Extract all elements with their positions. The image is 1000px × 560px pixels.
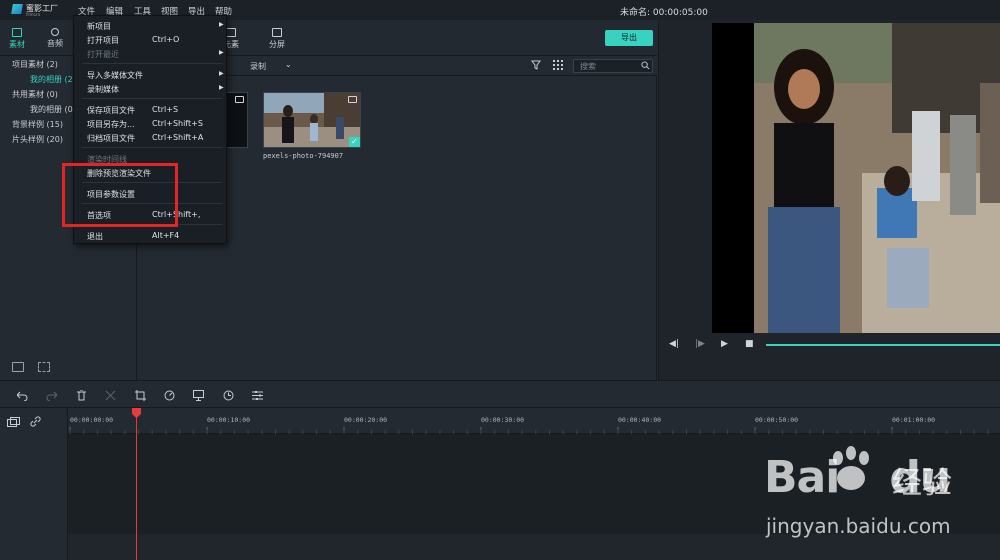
ruler-label: 00:00:10:00 <box>207 416 251 424</box>
adjust-icon[interactable] <box>252 390 263 401</box>
menu-item-archive-project[interactable]: 归档项目文件 Ctrl+Shift+A <box>74 131 228 144</box>
app-logo: 蜜影工厂 filmora <box>11 3 62 17</box>
checkmark-icon: ✓ <box>349 137 360 147</box>
submenu-arrow-icon: ▶ <box>219 84 224 91</box>
timeline-toolbar <box>0 380 1000 408</box>
menu-item-open-project[interactable]: 打开项目 Ctrl+O <box>74 33 228 46</box>
image-type-icon <box>235 96 244 103</box>
music-note-icon <box>51 28 59 36</box>
ruler-label: 00:00:30:00 <box>481 416 525 424</box>
photo-thumbnail <box>264 93 360 147</box>
menu-item-shortcut: Ctrl+O <box>152 35 180 44</box>
video-preview <box>712 23 1000 333</box>
green-screen-icon[interactable] <box>193 390 204 401</box>
duration-icon[interactable] <box>223 390 234 401</box>
image-type-icon <box>348 96 357 103</box>
menu-item-import-media[interactable]: 导入多媒体文件 ▶ <box>74 68 228 81</box>
menu-item-record-media[interactable]: 录制媒体 ▶ <box>74 82 228 95</box>
menu-item-shortcut: Ctrl+Shift+A <box>152 133 204 142</box>
menu-item-new-project[interactable]: 新项目 ▶ <box>74 19 228 32</box>
tab-audio[interactable]: 音频 <box>38 20 72 56</box>
stop-icon[interactable]: ■ <box>745 339 754 349</box>
baidu-jingyan-watermark: Bai du 经验 jingyan.baidu.com <box>764 446 1000 560</box>
next-frame-icon[interactable]: |▶ <box>695 339 705 349</box>
tab-split-screen[interactable]: 分屏 <box>257 20 297 56</box>
ruler-label: 00:00:00:00 <box>70 416 114 424</box>
preview-frame <box>712 23 1000 333</box>
watermark-url: jingyan.baidu.com <box>766 514 951 538</box>
menu-item-label: 录制媒体 <box>87 85 119 94</box>
watermark-tagline: 经验 <box>892 466 952 501</box>
menu-item-label: 打开项目 <box>87 36 119 45</box>
menu-separator <box>82 147 222 148</box>
undo-icon[interactable] <box>17 390 28 401</box>
submenu-arrow-icon: ▶ <box>219 21 224 28</box>
paw-icon <box>833 446 869 490</box>
speed-icon[interactable] <box>164 390 175 401</box>
project-title: 未命名: 00:00:05:00 <box>620 8 708 18</box>
menu-item-open-recent[interactable]: 打开最近 ▶ <box>74 47 228 60</box>
prev-frame-icon[interactable]: ◀| <box>669 339 679 349</box>
playhead[interactable] <box>136 408 137 560</box>
submenu-arrow-icon: ▶ <box>219 49 224 56</box>
menu-item-label: 退出 <box>87 232 103 241</box>
time-ruler[interactable]: 00:00:00:00 00:00:10:00 00:00:20:00 00:0… <box>68 408 1000 434</box>
preview-panel: ◀| |▶ ▶ ■ <box>658 20 1000 380</box>
sidebar-item-intro-samples[interactable]: 片头样例 (20) <box>12 134 63 145</box>
ruler-label: 00:00:50:00 <box>755 416 799 424</box>
tab-split-screen-label: 分屏 <box>269 40 285 49</box>
ruler-label: 00:00:40:00 <box>618 416 662 424</box>
delete-folder-icon[interactable] <box>38 362 50 372</box>
split-screen-icon <box>272 28 282 37</box>
menu-separator <box>82 63 222 64</box>
chevron-down-icon[interactable]: ⌄ <box>285 60 292 69</box>
delete-icon[interactable] <box>76 390 87 401</box>
track-header <box>0 408 68 560</box>
record-dropdown[interactable]: 录制 <box>250 61 266 72</box>
cut-icon[interactable] <box>105 390 116 401</box>
filter-icon[interactable] <box>531 60 541 70</box>
sidebar-item-background-samples[interactable]: 背景样例 (15) <box>12 119 63 130</box>
tab-media-label: 素材 <box>9 40 25 49</box>
ruler-label: 00:01:00:00 <box>892 416 936 424</box>
export-button[interactable]: 导出 <box>605 30 653 46</box>
menu-item-label: 导入多媒体文件 <box>87 71 143 80</box>
sidebar-item-my-album[interactable]: 我的相册 (2) <box>30 74 76 85</box>
add-track-icon[interactable] <box>7 417 20 427</box>
menu-separator <box>82 98 222 99</box>
menu-item-label: 保存项目文件 <box>87 106 135 115</box>
search-icon[interactable] <box>641 61 650 70</box>
menu-item-save-project[interactable]: 保存项目文件 Ctrl+S <box>74 103 228 116</box>
menu-item-save-as[interactable]: 项目另存为... Ctrl+Shift+S <box>74 117 228 130</box>
menu-item-label: 新项目 <box>87 22 111 31</box>
menu-item-exit[interactable]: 退出 Alt+F4 <box>74 229 228 242</box>
menu-item-shortcut: Ctrl+Shift+S <box>152 119 203 128</box>
menu-item-shortcut: Ctrl+S <box>152 105 179 114</box>
menu-item-label: 归档项目文件 <box>87 134 135 143</box>
media-thumbnail-2[interactable]: ✓ <box>263 92 361 148</box>
ruler-label: 00:00:20:00 <box>344 416 388 424</box>
new-folder-icon[interactable] <box>12 362 24 372</box>
menu-item-label: 打开最近 <box>87 50 119 59</box>
crop-icon[interactable] <box>135 390 146 401</box>
redo-icon[interactable] <box>46 390 57 401</box>
menu-item-label: 项目另存为... <box>87 120 135 129</box>
sidebar-item-shared-media[interactable]: 共用素材 (0) <box>12 89 58 100</box>
sidebar-item-my-album-shared[interactable]: 我的相册 (0) <box>30 104 76 115</box>
link-icon[interactable] <box>30 416 41 427</box>
sidebar-item-project-media[interactable]: 项目素材 (2) <box>12 59 58 70</box>
logo-icon <box>11 4 23 14</box>
preview-progress-bar[interactable] <box>766 344 1000 346</box>
grid-view-icon[interactable] <box>553 60 563 70</box>
folder-icon <box>12 28 22 37</box>
tab-media[interactable]: 素材 <box>0 20 34 56</box>
tab-audio-label: 音频 <box>47 39 63 48</box>
logo-subtext: filmora <box>26 12 41 17</box>
media-name-2: pexels-photo-794907 <box>263 152 344 160</box>
submenu-arrow-icon: ▶ <box>219 70 224 77</box>
menu-item-shortcut: Alt+F4 <box>152 231 180 240</box>
play-icon[interactable]: ▶ <box>721 339 728 349</box>
highlight-annotation-box <box>62 163 178 227</box>
